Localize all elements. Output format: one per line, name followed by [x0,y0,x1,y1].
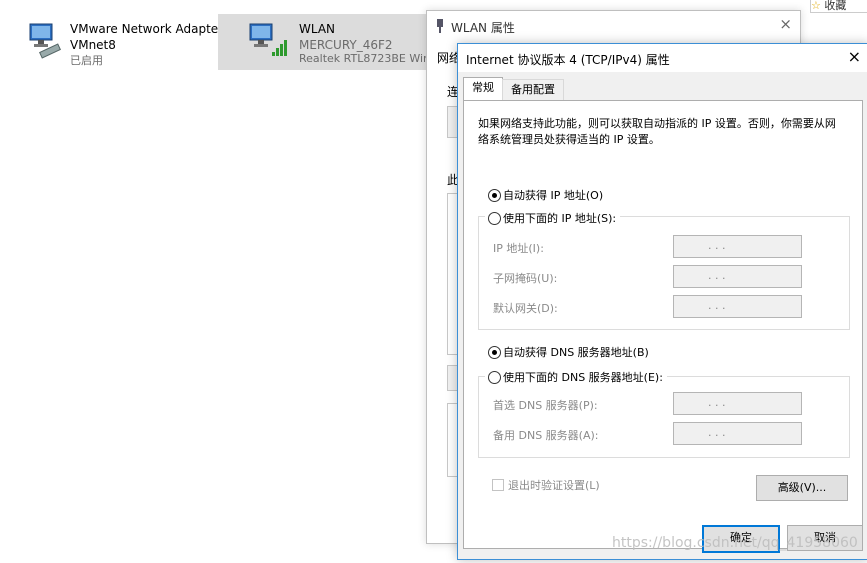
alternate-dns-field[interactable]: . . . [673,422,802,445]
adapter-wlan[interactable]: WLAN MERCURY_46F2 Realtek RTL8723BE Wire [218,14,434,70]
ip-address-label: IP 地址(I): [493,242,544,255]
dns-manual-group [478,376,850,458]
favorites-label: 收藏 [824,0,847,12]
wlan-window-title: WLAN 属性 [451,21,515,35]
alternate-dns-value: . . . [708,426,726,439]
adapter-network: MERCURY_46F2 [299,38,393,52]
wifi-adapter-icon [249,23,287,56]
default-gateway-value: . . . [708,299,726,312]
ip-manual-radio[interactable] [488,212,501,225]
ipv4-properties-dialog: Internet 协议版本 4 (TCP/IPv4) 属性 × 常规 备用配置 … [457,43,867,560]
star-icon: ☆ [811,0,821,12]
dns-manual-radio[interactable] [488,371,501,384]
ip-auto-label: 自动获得 IP 地址(O) [503,189,604,202]
alternate-dns-label: 备用 DNS 服务器(A): [493,429,599,442]
dialog-title: Internet 协议版本 4 (TCP/IPv4) 属性 [466,53,670,67]
default-gateway-label: 默认网关(D): [493,302,558,315]
adapter-network: VMnet8 [70,38,116,52]
preferred-dns-label: 首选 DNS 服务器(P): [493,399,598,412]
default-gateway-field[interactable]: . . . [673,295,802,318]
dns-auto-radio[interactable] [488,346,501,359]
radio-selected-dot [492,350,497,355]
subnet-mask-field[interactable]: . . . [673,265,802,288]
preferred-dns-field[interactable]: . . . [673,392,802,415]
subnet-mask-value: . . . [708,269,726,282]
ip-auto-radio[interactable] [488,189,501,202]
validate-label: 退出时验证设置(L) [508,479,600,492]
watermark-text: https://blog.csdn.net/qq_41958060 [612,535,858,551]
radio-selected-dot [492,193,497,198]
tab-general[interactable]: 常规 [463,77,503,101]
advanced-button[interactable]: 高级(V)... [756,475,848,501]
dns-manual-label: 使用下面的 DNS 服务器地址(E): [485,369,667,385]
subnet-mask-label: 子网掩码(U): [493,272,558,285]
adapter-name: WLAN [299,22,336,36]
validate-checkbox[interactable] [492,479,504,491]
adapter-name: VMware Network Adapter [70,22,224,36]
close-icon[interactable]: × [779,15,792,33]
ip-address-value: . . . [708,239,726,252]
close-icon[interactable]: × [848,47,861,66]
network-adapter-icon [29,23,61,59]
adapter-status: 已启用 [70,54,103,67]
favorites-button[interactable]: ☆ 收藏 [810,0,867,13]
adapter-vmnet8[interactable]: VMware Network Adapter VMnet8 已启用 [22,14,223,70]
network-cable-icon [437,19,443,33]
adapter-device: Realtek RTL8723BE Wire [299,52,435,65]
dialog-title-bar: Internet 协议版本 4 (TCP/IPv4) 属性 × [458,44,867,72]
dns-auto-label: 自动获得 DNS 服务器地址(B) [503,346,649,359]
preferred-dns-value: . . . [708,396,726,409]
ip-address-field[interactable]: . . . [673,235,802,258]
dialog-description: 如果网络支持此功能，则可以获取自动指派的 IP 设置。否则，你需要从网络系统管理… [478,117,836,146]
tab-alternate-config[interactable]: 备用配置 [502,79,564,100]
ip-manual-label: 使用下面的 IP 地址(S): [485,210,621,226]
